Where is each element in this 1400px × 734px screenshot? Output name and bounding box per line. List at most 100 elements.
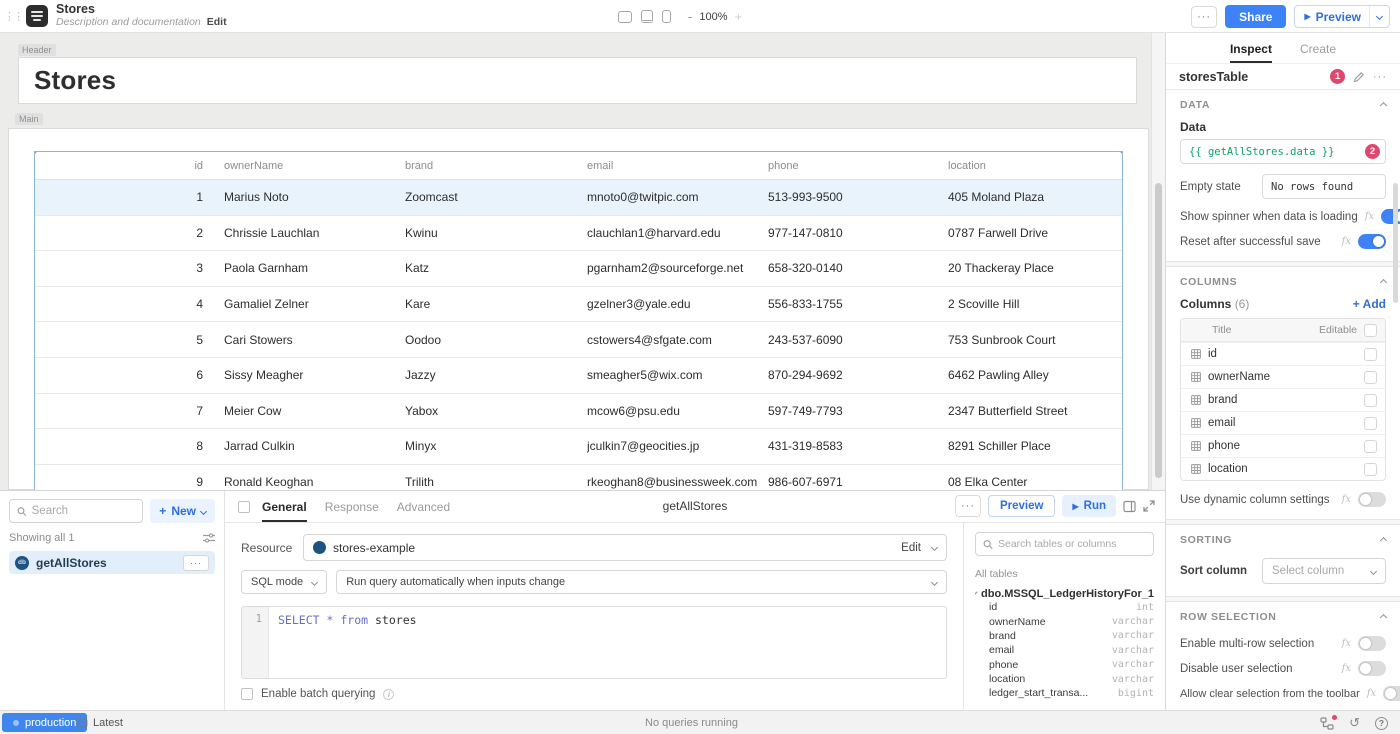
cell-phone[interactable]: 870-294-9692 (768, 368, 948, 382)
column-header[interactable]: location (948, 160, 1122, 172)
schema-field[interactable]: phone varchar (975, 658, 1154, 672)
cell-id[interactable]: 5 (35, 333, 224, 347)
fx-icon[interactable]: fx (1342, 236, 1351, 247)
editable-checkbox[interactable] (1364, 417, 1377, 430)
error-badge[interactable]: 2 (1365, 144, 1380, 159)
table-row[interactable]: 5 Cari Stowers Oodoo cstowers4@sfgate.co… (35, 322, 1122, 358)
cell-phone[interactable]: 556-833-1755 (768, 297, 948, 311)
cell-email[interactable]: rkeoghan8@businessweek.com (587, 475, 768, 489)
more-actions-button[interactable]: ··· (1191, 6, 1217, 28)
info-icon[interactable]: i (383, 689, 394, 700)
empty-state-input[interactable] (1262, 174, 1386, 199)
sort-column-select[interactable]: Select column (1262, 558, 1386, 584)
cell-location[interactable]: 8291 Schiller Place (948, 439, 1122, 453)
cell-id[interactable]: 2 (35, 226, 224, 240)
editable-checkbox[interactable] (1364, 371, 1377, 384)
cell-location[interactable]: 2 Scoville Hill (948, 297, 1122, 311)
cell-ownerName[interactable]: Marius Noto (224, 190, 405, 204)
data-binding-input[interactable]: {{ getAllStores.data }} (1180, 139, 1386, 164)
resource-edit-button[interactable]: Edit (901, 542, 921, 554)
app-logo-icon[interactable] (26, 5, 48, 27)
cell-email[interactable]: cstowers4@sfgate.com (587, 333, 768, 347)
cell-email[interactable]: smeagher5@wix.com (587, 368, 768, 382)
fx-icon[interactable]: fx (1342, 638, 1351, 649)
expand-icon[interactable] (1143, 500, 1155, 512)
table-row[interactable]: 7 Meier Cow Yabox mcow6@psu.edu 597-749-… (35, 394, 1122, 430)
dynamic-columns-toggle[interactable] (1358, 492, 1386, 507)
schema-search[interactable] (975, 532, 1154, 556)
query-run-button[interactable]: ▶Run (1062, 495, 1116, 517)
table-row[interactable]: 2 Chrissie Lauchlan Kwinu clauchlan1@har… (35, 216, 1122, 252)
sql-mode-select[interactable]: SQL mode (241, 570, 327, 594)
clear-selection-toggle[interactable] (1383, 686, 1400, 701)
schema-table-node[interactable]: dbo.MSSQL_LedgerHistoryFor_15... (975, 588, 1154, 600)
mobile-view-icon[interactable] (662, 10, 671, 23)
editable-checkbox[interactable] (1364, 463, 1377, 476)
column-header[interactable]: brand (405, 160, 587, 172)
query-search[interactable] (9, 499, 143, 523)
edit-description-link[interactable]: Edit (207, 16, 227, 28)
column-row[interactable]: email (1181, 411, 1385, 434)
column-row[interactable]: ownerName (1181, 365, 1385, 388)
cell-location[interactable]: 753 Sunbrook Court (948, 333, 1122, 347)
cell-id[interactable]: 4 (35, 297, 224, 311)
header-frame[interactable]: Stores (18, 57, 1137, 104)
cell-ownerName[interactable]: Paola Garnham (224, 261, 405, 275)
query-list-item[interactable]: db getAllStores ··· (9, 551, 215, 574)
collapse-icon[interactable] (1380, 536, 1387, 543)
cell-location[interactable]: 405 Moland Plaza (948, 190, 1122, 204)
cell-location[interactable]: 6462 Pawling Alley (948, 368, 1122, 382)
table-row[interactable]: 6 Sissy Meagher Jazzy smeagher5@wix.com … (35, 358, 1122, 394)
cell-ownerName[interactable]: Chrissie Lauchlan (224, 226, 405, 240)
schema-field[interactable]: email varchar (975, 643, 1154, 657)
cell-phone[interactable]: 986-607-6971 (768, 475, 948, 489)
cell-email[interactable]: pgarnham2@sourceforge.net (587, 261, 768, 275)
cell-email[interactable]: gzelner3@yale.edu (587, 297, 768, 311)
drag-handle-icon[interactable]: ⋮⋮ (4, 10, 22, 23)
run-trigger-select[interactable]: Run query automatically when inputs chan… (336, 570, 947, 594)
tab-inspect[interactable]: Inspect (1230, 42, 1272, 63)
query-preview-button[interactable]: Preview (988, 495, 1055, 517)
component-more-button[interactable]: ··· (1373, 71, 1387, 83)
column-row[interactable]: phone (1181, 434, 1385, 457)
cell-brand[interactable]: Kwinu (405, 226, 587, 240)
fx-icon[interactable]: fx (1367, 688, 1376, 699)
panel-toggle-icon[interactable] (1123, 500, 1136, 513)
disable-selection-toggle[interactable] (1358, 661, 1386, 676)
editor-canvas[interactable]: Header Stores Main storesTable id ownerN… (0, 33, 1165, 490)
table-row[interactable]: 8 Jarrad Culkin Minyx jculkin7@geocities… (35, 429, 1122, 465)
column-header[interactable]: id (35, 160, 224, 172)
cell-ownerName[interactable]: Ronald Keoghan (224, 475, 405, 489)
collapse-icon[interactable] (1380, 101, 1387, 108)
cell-location[interactable]: 2347 Butterfield Street (948, 404, 1122, 418)
editable-checkbox[interactable] (1364, 440, 1377, 453)
cell-phone[interactable]: 658-320-0140 (768, 261, 948, 275)
cell-brand[interactable]: Oodoo (405, 333, 587, 347)
pencil-icon[interactable] (1353, 71, 1365, 83)
cell-ownerName[interactable]: Gamaliel Zelner (224, 297, 405, 311)
preview-dropdown-button[interactable] (1370, 14, 1389, 19)
reset-toggle[interactable] (1358, 234, 1386, 249)
cell-brand[interactable]: Yabox (405, 404, 587, 418)
add-column-button[interactable]: + Add (1353, 297, 1386, 311)
desktop-view-icon[interactable] (618, 11, 632, 23)
multi-row-toggle[interactable] (1358, 636, 1386, 651)
cell-phone[interactable]: 597-749-7793 (768, 404, 948, 418)
cell-id[interactable]: 7 (35, 404, 224, 418)
cell-phone[interactable]: 513-993-9500 (768, 190, 948, 204)
scrollbar-thumb[interactable] (1155, 183, 1162, 478)
column-row[interactable]: location (1181, 457, 1385, 480)
editable-checkbox[interactable] (1364, 394, 1377, 407)
query-more-button[interactable]: ··· (955, 495, 981, 517)
collapse-icon[interactable] (1380, 613, 1387, 620)
cell-email[interactable]: jculkin7@geocities.jp (587, 439, 768, 453)
cell-phone[interactable]: 243-537-6090 (768, 333, 948, 347)
cell-id[interactable]: 9 (35, 475, 224, 489)
cell-email[interactable]: mcow6@psu.edu (587, 404, 768, 418)
tab-response[interactable]: Response (325, 500, 379, 522)
header-frame-tag[interactable]: Header (18, 44, 56, 56)
collapse-icon[interactable] (1380, 278, 1387, 285)
column-row[interactable]: brand (1181, 388, 1385, 411)
cell-id[interactable]: 1 (35, 190, 224, 204)
cell-ownerName[interactable]: Cari Stowers (224, 333, 405, 347)
